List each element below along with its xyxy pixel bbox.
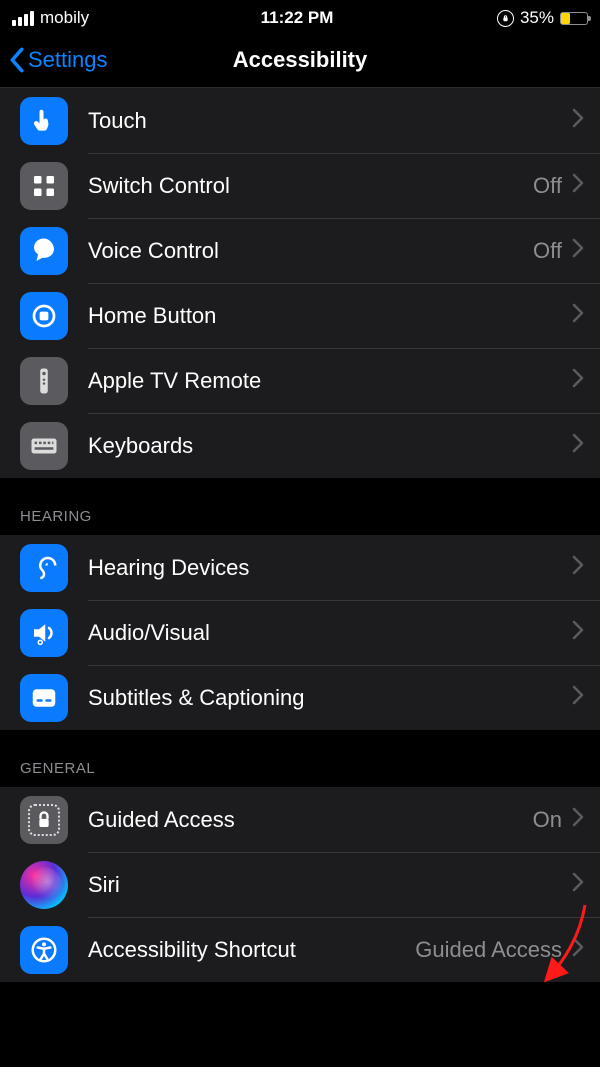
chevron-left-icon [8, 47, 26, 73]
chevron-right-icon [572, 238, 584, 263]
chevron-right-icon [572, 555, 584, 580]
touch-icon [20, 97, 68, 145]
row-switch-control[interactable]: Switch Control Off [0, 153, 600, 218]
chevron-right-icon [572, 433, 584, 458]
label: Accessibility Shortcut [88, 937, 405, 963]
switch-control-icon [20, 162, 68, 210]
chevron-right-icon [572, 807, 584, 832]
status-bar: mobily 11:22 PM 35% [0, 0, 600, 32]
row-siri[interactable]: Siri [0, 852, 600, 917]
subtitles-icon [20, 674, 68, 722]
status-left: mobily [12, 8, 97, 28]
label: Hearing Devices [88, 555, 562, 581]
detail-value: Off [533, 173, 562, 199]
audio-visual-icon [20, 609, 68, 657]
label: Voice Control [88, 238, 523, 264]
status-right: 35% [497, 8, 588, 28]
apple-tv-remote-icon [20, 357, 68, 405]
group-general: Guided Access On Siri Accessibility Shor… [0, 787, 600, 982]
chevron-right-icon [572, 620, 584, 645]
battery-icon [560, 12, 588, 25]
cellular-signal-icon [12, 11, 34, 26]
group-hearing: Hearing Devices Audio/Visual Subtitles &… [0, 535, 600, 730]
label: Switch Control [88, 173, 523, 199]
group-header-general: GENERAL [0, 730, 600, 787]
chevron-right-icon [572, 173, 584, 198]
label: Apple TV Remote [88, 368, 562, 394]
keyboard-icon [20, 422, 68, 470]
chevron-right-icon [572, 108, 584, 133]
detail-value: On [533, 807, 562, 833]
detail-value: Off [533, 238, 562, 264]
row-subtitles[interactable]: Subtitles & Captioning [0, 665, 600, 730]
label: Siri [88, 872, 562, 898]
row-accessibility-shortcut[interactable]: Accessibility Shortcut Guided Access [0, 917, 600, 982]
detail-value: Guided Access [415, 937, 562, 963]
nav-bar: Settings Accessibility [0, 32, 600, 88]
group-header-hearing: HEARING [0, 478, 600, 535]
label: Home Button [88, 303, 562, 329]
row-apple-tv-remote[interactable]: Apple TV Remote [0, 348, 600, 413]
label: Touch [88, 108, 562, 134]
chevron-right-icon [572, 872, 584, 897]
guided-access-icon [20, 796, 68, 844]
rotation-lock-icon [497, 10, 514, 27]
siri-icon [20, 861, 68, 909]
label: Audio/Visual [88, 620, 562, 646]
voice-control-icon [20, 227, 68, 275]
chevron-right-icon [572, 685, 584, 710]
home-button-icon [20, 292, 68, 340]
row-voice-control[interactable]: Voice Control Off [0, 218, 600, 283]
back-button[interactable]: Settings [0, 47, 108, 73]
label: Subtitles & Captioning [88, 685, 562, 711]
chevron-right-icon [572, 303, 584, 328]
carrier-label: mobily [40, 8, 89, 28]
battery-percent: 35% [520, 8, 554, 28]
clock-time: 11:22 PM [261, 8, 334, 28]
row-audio-visual[interactable]: Audio/Visual [0, 600, 600, 665]
label: Keyboards [88, 433, 562, 459]
row-hearing-devices[interactable]: Hearing Devices [0, 535, 600, 600]
group-tail [0, 982, 600, 1052]
row-keyboards[interactable]: Keyboards [0, 413, 600, 478]
row-guided-access[interactable]: Guided Access On [0, 787, 600, 852]
accessibility-shortcut-icon [20, 926, 68, 974]
row-home-button[interactable]: Home Button [0, 283, 600, 348]
back-label: Settings [28, 47, 108, 73]
chevron-right-icon [572, 368, 584, 393]
chevron-right-icon [572, 937, 584, 962]
hearing-devices-icon [20, 544, 68, 592]
row-touch[interactable]: Touch [0, 88, 600, 153]
group-physical: Touch Switch Control Off Voice Control O… [0, 88, 600, 478]
label: Guided Access [88, 807, 523, 833]
